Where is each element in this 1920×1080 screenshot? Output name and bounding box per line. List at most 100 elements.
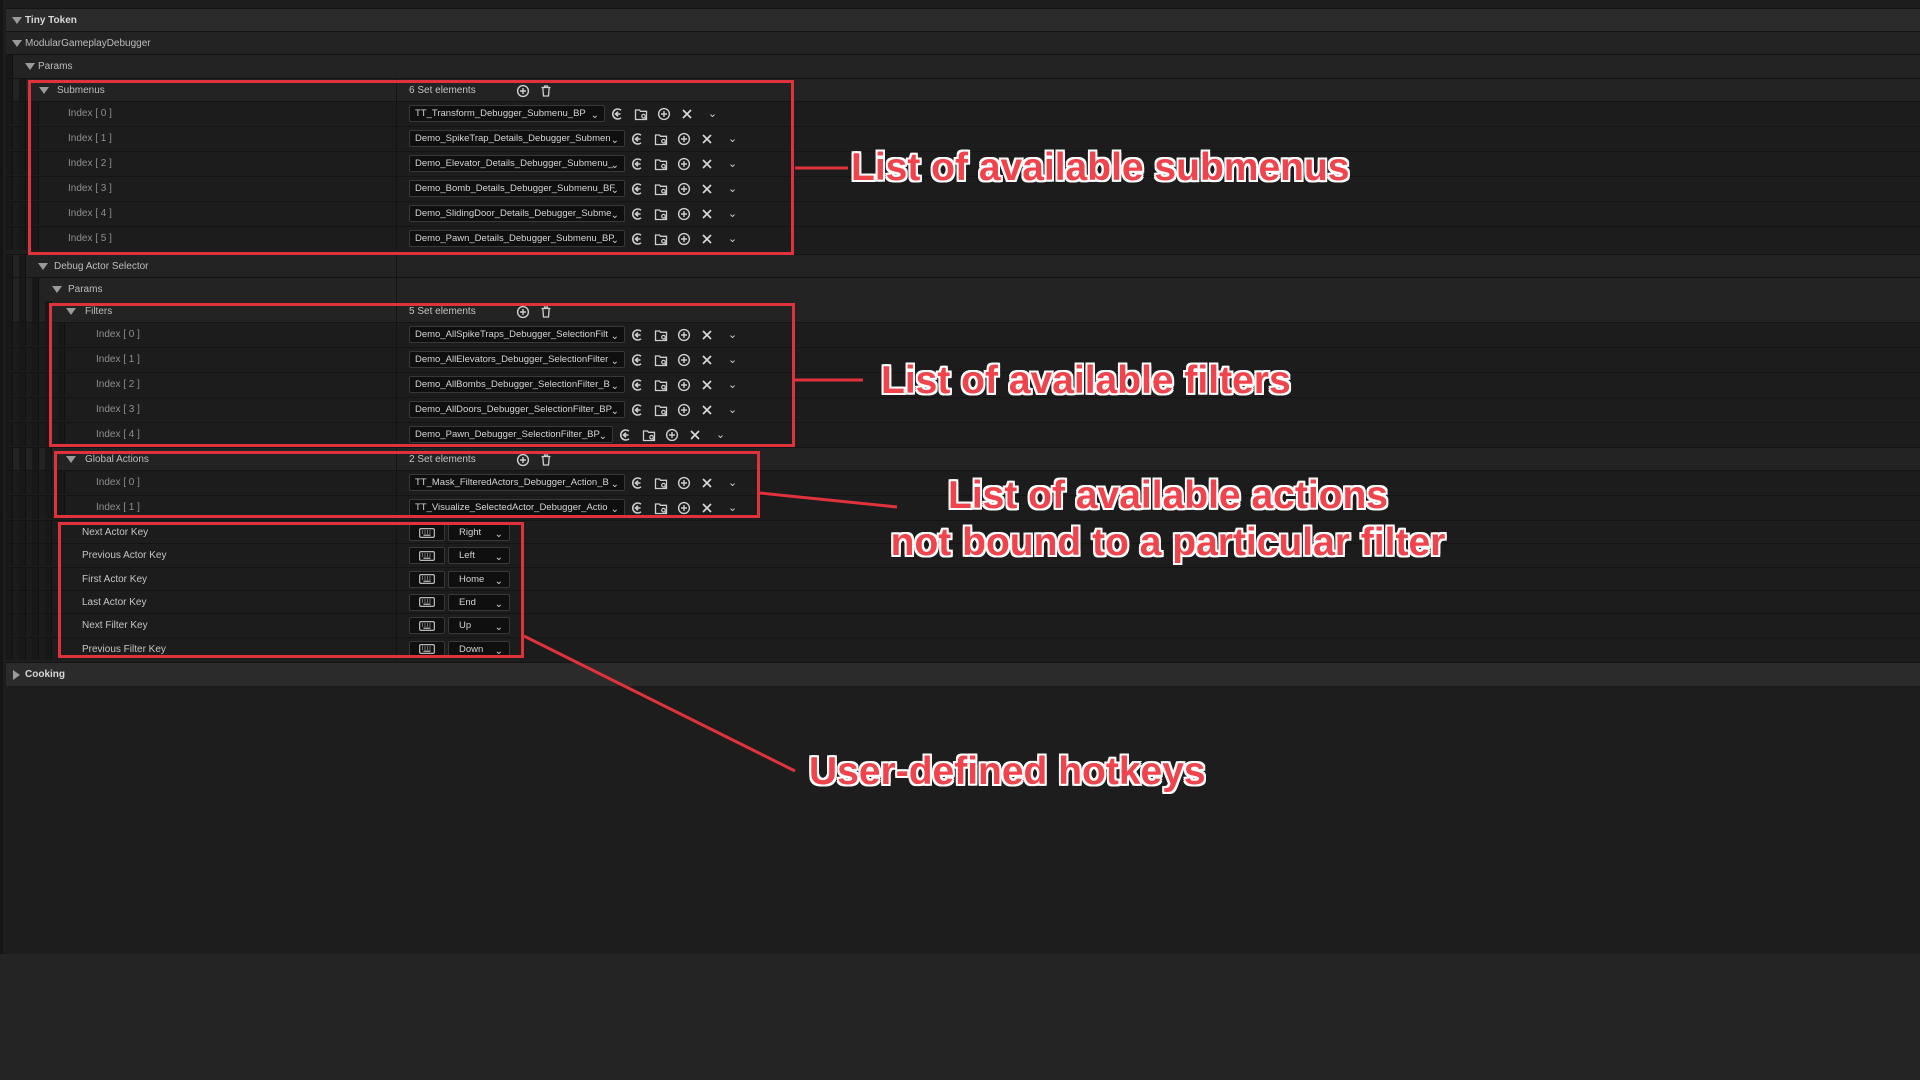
asset-picker-combo[interactable]: TT_Mask_FilteredActors_Debugger_Action_B… [409,474,625,491]
browse-icon[interactable] [641,427,656,442]
expand-arrow-icon[interactable] [13,670,20,680]
collapse-arrow-icon[interactable] [66,456,76,463]
group-submenus[interactable]: Submenus 6 Set elements [6,78,1920,102]
asset-picker-combo[interactable]: TT_Visualize_SelectedActor_Debugger_Acti… [409,499,625,516]
insert-icon[interactable] [676,475,691,490]
remove-icon[interactable] [679,106,694,121]
dropdown-chevron-icon[interactable]: ⌄ [725,231,740,246]
insert-icon[interactable] [676,131,691,146]
insert-icon[interactable] [676,377,691,392]
insert-icon[interactable] [676,231,691,246]
group-global-actions[interactable]: Global Actions 2 Set elements [6,447,1920,471]
browse-icon[interactable] [653,500,668,515]
dropdown-chevron-icon[interactable]: ⌄ [725,181,740,196]
remove-icon[interactable] [699,352,714,367]
browse-icon[interactable] [653,181,668,196]
use-selected-icon[interactable] [630,475,645,490]
dropdown-chevron-icon[interactable]: ⌄ [713,427,728,442]
remove-icon[interactable] [699,377,714,392]
browse-icon[interactable] [653,206,668,221]
remove-icon[interactable] [699,181,714,196]
use-selected-icon[interactable] [630,500,645,515]
remove-icon[interactable] [699,475,714,490]
insert-icon[interactable] [676,352,691,367]
use-selected-icon[interactable] [630,131,645,146]
dropdown-chevron-icon[interactable]: ⌄ [725,402,740,417]
key-select-combo[interactable]: End ⌄ [448,593,510,611]
use-selected-icon[interactable] [630,156,645,171]
remove-icon[interactable] [699,131,714,146]
dropdown-chevron-icon[interactable]: ⌄ [705,106,720,121]
browse-icon[interactable] [633,106,648,121]
keyboard-icon[interactable] [409,524,445,541]
browse-icon[interactable] [653,402,668,417]
browse-icon[interactable] [653,377,668,392]
dropdown-chevron-icon[interactable]: ⌄ [725,500,740,515]
insert-icon[interactable] [676,327,691,342]
browse-icon[interactable] [653,156,668,171]
browse-icon[interactable] [653,475,668,490]
remove-icon[interactable] [699,500,714,515]
dropdown-chevron-icon[interactable]: ⌄ [725,156,740,171]
use-selected-icon[interactable] [630,181,645,196]
keyboard-icon[interactable] [409,570,445,588]
remove-icon[interactable] [699,327,714,342]
key-select-combo[interactable]: Home ⌄ [448,570,510,588]
remove-icon[interactable] [699,156,714,171]
use-selected-icon[interactable] [630,402,645,417]
asset-picker-combo[interactable]: Demo_Bomb_Details_Debugger_Submenu_BF ⌄ [409,180,625,197]
dropdown-chevron-icon[interactable]: ⌄ [725,352,740,367]
insert-icon[interactable] [656,106,671,121]
remove-icon[interactable] [699,206,714,221]
collapse-arrow-icon[interactable] [12,40,22,47]
asset-picker-combo[interactable]: Demo_Elevator_Details_Debugger_Submenu_ ⌄ [409,155,625,172]
add-element-icon[interactable] [515,83,530,98]
add-element-icon[interactable] [515,452,530,467]
asset-picker-combo[interactable]: TT_Transform_Debugger_Submenu_BP ⌄ [409,105,605,122]
group-modular-gameplay-debugger[interactable]: ModularGameplayDebugger [6,31,1920,55]
keyboard-icon[interactable] [409,617,445,635]
asset-picker-combo[interactable]: Demo_AllSpikeTraps_Debugger_SelectionFil… [409,326,625,343]
key-select-combo[interactable]: Right ⌄ [448,524,510,541]
delete-all-icon[interactable] [538,83,553,98]
asset-picker-combo[interactable]: Demo_Pawn_Debugger_SelectionFilter_BP ⌄ [409,426,613,443]
category-cooking[interactable]: Cooking [6,662,1920,686]
browse-icon[interactable] [653,327,668,342]
use-selected-icon[interactable] [630,352,645,367]
keyboard-icon[interactable] [409,640,445,658]
keyboard-icon[interactable] [409,547,445,565]
browse-icon[interactable] [653,352,668,367]
asset-picker-combo[interactable]: Demo_AllBombs_Debugger_SelectionFilter_B… [409,376,625,393]
dropdown-chevron-icon[interactable]: ⌄ [725,475,740,490]
category-tiny-token[interactable]: Tiny Token [6,8,1920,32]
asset-picker-combo[interactable]: Demo_AllElevators_Debugger_SelectionFilt… [409,351,625,368]
delete-all-icon[interactable] [538,452,553,467]
collapse-arrow-icon[interactable] [52,286,62,293]
group-params-selector[interactable]: Params [6,277,1920,301]
insert-icon[interactable] [676,500,691,515]
delete-all-icon[interactable] [538,304,553,319]
remove-icon[interactable] [699,231,714,246]
use-selected-icon[interactable] [630,377,645,392]
collapse-arrow-icon[interactable] [12,17,22,24]
collapse-arrow-icon[interactable] [38,263,48,270]
insert-icon[interactable] [676,181,691,196]
asset-picker-combo[interactable]: Demo_Pawn_Details_Debugger_Submenu_BP ⌄ [409,230,625,247]
collapse-arrow-icon[interactable] [66,308,76,315]
keyboard-icon[interactable] [409,593,445,611]
asset-picker-combo[interactable]: Demo_SlidingDoor_Details_Debugger_Subme ⌄ [409,205,625,222]
asset-picker-combo[interactable]: Demo_AllDoors_Debugger_SelectionFilter_B… [409,401,625,418]
use-selected-icon[interactable] [630,231,645,246]
browse-icon[interactable] [653,231,668,246]
insert-icon[interactable] [664,427,679,442]
group-debug-actor-selector[interactable]: Debug Actor Selector [6,254,1920,278]
remove-icon[interactable] [699,402,714,417]
dropdown-chevron-icon[interactable]: ⌄ [725,327,740,342]
key-select-combo[interactable]: Left ⌄ [448,547,510,565]
key-select-combo[interactable]: Up ⌄ [448,617,510,635]
group-params[interactable]: Params [6,54,1920,78]
use-selected-icon[interactable] [630,327,645,342]
use-selected-icon[interactable] [618,427,633,442]
dropdown-chevron-icon[interactable]: ⌄ [725,206,740,221]
insert-icon[interactable] [676,206,691,221]
